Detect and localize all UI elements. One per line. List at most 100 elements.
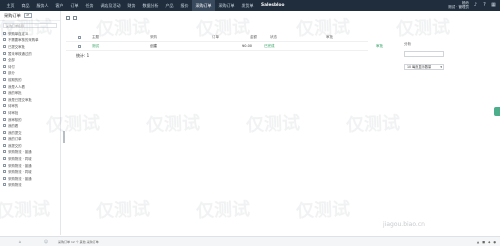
sidebar-item-checkbox[interactable]	[3, 137, 6, 141]
select-all-checkbox[interactable]	[78, 36, 81, 39]
sidebar-item-checkbox[interactable]	[3, 143, 6, 147]
cell-status-link[interactable]: 已完成	[264, 42, 275, 51]
filter-icon[interactable]	[66, 15, 70, 20]
help-icon[interactable]: ?	[482, 3, 487, 8]
sidebar-item[interactable]: 采购物流 · 普通	[3, 162, 60, 169]
sidebar-item-label: 我的订单	[8, 137, 22, 142]
bottom-tool-icon[interactable]: ◆	[488, 240, 490, 244]
col-status[interactable]: 状态	[270, 33, 277, 42]
bell-icon[interactable]: ♪	[473, 3, 478, 8]
bottom-bar: ⌂ ☺ 采购订单 12 个 其他 采购订单 ▲ ■ ◆ ●	[0, 236, 500, 246]
watermark-text: 仅测试	[195, 17, 251, 40]
sidebar-item[interactable]: 采购物流 · 同城	[3, 168, 60, 175]
col-amount[interactable]: 金额	[250, 33, 257, 42]
nav-item-staff[interactable]: 服务人	[33, 0, 52, 11]
panel-input[interactable]	[404, 51, 444, 57]
nav-item-shipping[interactable]: 发货单	[238, 0, 257, 11]
sidebar-item-checkbox[interactable]	[3, 176, 6, 180]
floating-help-button[interactable]	[494, 107, 500, 116]
sidebar-item-checkbox[interactable]	[3, 44, 6, 48]
sidebar-item-label: 我的提交	[8, 130, 22, 135]
watermark-text: 仅测试	[95, 199, 151, 222]
nav-item-quotes[interactable]: 报价	[177, 0, 192, 11]
sidebar-item[interactable]: 已提交审批	[3, 43, 60, 50]
sidebar-item-checkbox[interactable]	[3, 170, 6, 174]
sidebar-item-checkbox[interactable]	[3, 117, 6, 121]
sidebar-item[interactable]: 我是已提交审批	[3, 96, 60, 103]
sidebar-item[interactable]: 全部	[3, 56, 60, 63]
bottom-tool-icon[interactable]: ■	[482, 240, 485, 244]
nav-item-home[interactable]: 主页	[3, 0, 18, 11]
watermark-text: 仅测试	[345, 113, 401, 136]
page-size-select[interactable]: 10 每页显示数量 ▾	[404, 64, 444, 70]
sidebar-item-label: 待审批	[8, 110, 19, 115]
cell-approve-link[interactable]: 审批	[376, 42, 383, 51]
sidebar-item[interactable]: 我提交的	[3, 142, 60, 149]
sidebar-item[interactable]: 待审的	[3, 103, 60, 110]
nav-item-analytics[interactable]: 数据分析	[139, 0, 162, 11]
sidebar-item-checkbox[interactable]	[3, 130, 6, 134]
sidebar-item[interactable]: 我是人人看	[3, 83, 60, 90]
sidebar-item-label: 采购物流 · 同城	[8, 170, 32, 175]
sidebar-item-checkbox[interactable]	[3, 124, 6, 128]
sidebar-item[interactable]: 我的审批	[3, 89, 60, 96]
sidebar-item-label: 部分	[8, 71, 15, 76]
user-role: 测试 · 管理员	[448, 4, 469, 9]
sidebar-item-checkbox[interactable]	[3, 163, 6, 167]
row-checkbox[interactable]	[78, 45, 81, 48]
sidebar-item[interactable]: 待付	[3, 63, 60, 70]
brand-logo[interactable]: Salesbloo	[257, 3, 288, 8]
nav-item-purchase-orders[interactable]: 采购订单	[192, 0, 215, 11]
sidebar-item-label: 我是人人看	[8, 84, 25, 89]
sidebar-item[interactable]: 采购物流 · 普通	[3, 149, 60, 156]
sidebar-item-checkbox[interactable]	[3, 183, 6, 187]
refresh-icon[interactable]	[73, 15, 77, 20]
sidebar-item[interactable]: 部分	[3, 70, 60, 77]
sidebar-item-label: 采购物流 · 普通	[8, 163, 32, 168]
sidebar-item-checkbox[interactable]	[3, 104, 6, 108]
sidebar-item-label: 全部	[8, 58, 15, 63]
sidebar-item-checkbox[interactable]	[3, 84, 6, 88]
people-icon[interactable]: ☺	[44, 239, 48, 244]
sidebar-item-checkbox[interactable]	[3, 110, 6, 114]
sidebar-item-checkbox[interactable]	[3, 97, 6, 101]
sidebar-item-checkbox[interactable]	[3, 150, 6, 154]
sidebar-item-checkbox[interactable]	[3, 91, 6, 95]
sidebar-item-label: 采购物流 · 同城	[8, 157, 32, 162]
grid-menu-icon[interactable]: ▦	[491, 3, 496, 8]
cell-subject-link[interactable]: 测试	[92, 42, 99, 51]
sidebar-item-label: 我是已提交审批	[8, 97, 32, 102]
nav-item-product[interactable]: 产品	[162, 0, 177, 11]
nav-item-activities[interactable]: 调店及活动	[97, 0, 124, 11]
bottom-tool-icon[interactable]: ▲	[477, 240, 479, 244]
watermark-text: 仅测试	[295, 199, 351, 222]
bottom-status-text: 采购订单 12 个 其他 采购订单	[58, 239, 99, 244]
sidebar-item-checkbox[interactable]	[3, 51, 6, 55]
home-icon[interactable]: ⌂	[18, 239, 22, 244]
sidebar-item-checkbox[interactable]	[3, 58, 6, 62]
sidebar-item[interactable]: 前期的的	[3, 76, 60, 83]
table-row[interactable]: 测试 创建 ¥0.00 已完成 审批	[66, 42, 383, 51]
nav-item-products[interactable]: 商品	[18, 0, 33, 11]
sidebar-item-checkbox[interactable]	[3, 157, 6, 161]
sidebar-item-checkbox[interactable]	[3, 71, 6, 75]
sidebar-item-checkbox[interactable]	[3, 64, 6, 68]
nav-item-tasks[interactable]: 任务	[82, 0, 97, 11]
bottom-tool-icon[interactable]: ●	[493, 240, 496, 244]
panel-title: 分析	[404, 42, 412, 46]
watermark-text: 仅测试	[0, 17, 53, 40]
nav-item-customers[interactable]: 客户	[52, 0, 67, 11]
sidebar-item-label: 采购物流 · 普通	[8, 176, 32, 181]
sidebar-item[interactable]: 采购物流 · 普通	[3, 175, 60, 182]
sidebar-item[interactable]: 采购物流 · 同城	[3, 155, 60, 162]
user-info[interactable]: 杨玲 测试 · 管理员	[448, 1, 469, 10]
sidebar-item[interactable]: 采购物流	[3, 182, 60, 189]
main-nav: 主页 商品 服务人 客户 订单 任务 调店及活动 财务 数据分析 产品 报价 采…	[0, 0, 288, 11]
nav-item-orders[interactable]: 订单	[67, 0, 82, 11]
nav-item-purchase-orders-2[interactable]: 采购订单	[215, 0, 238, 11]
sidebar-item-checkbox[interactable]	[3, 77, 6, 81]
nav-item-finance[interactable]: 财务	[124, 0, 139, 11]
sidebar-item[interactable]: 暂未审核通过的	[3, 50, 60, 57]
sidebar-item-label: 我提交的	[8, 143, 22, 148]
col-type[interactable]: 采购	[150, 33, 157, 42]
